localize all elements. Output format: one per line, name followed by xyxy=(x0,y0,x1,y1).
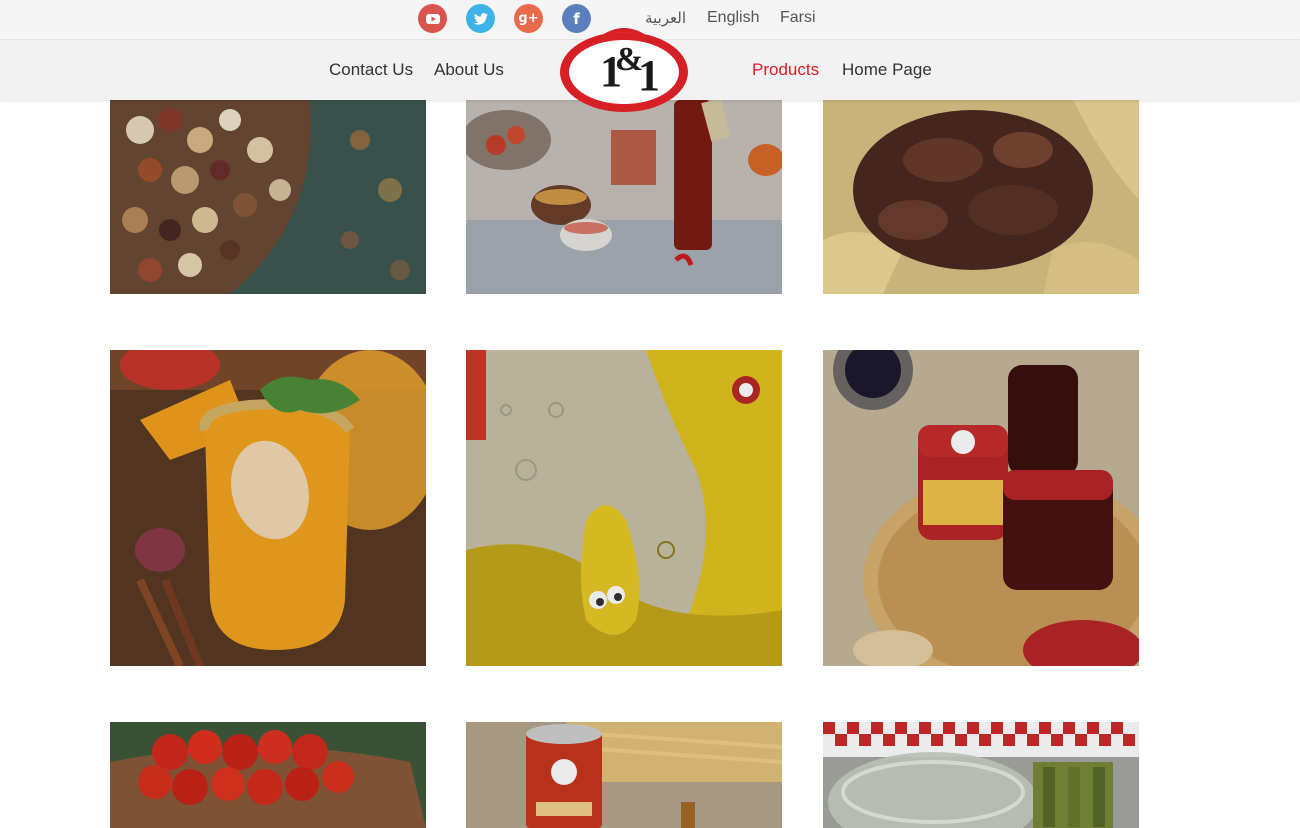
nav-products[interactable]: Products xyxy=(752,60,819,80)
product-tile-legumes[interactable] xyxy=(110,100,426,294)
language-farsi[interactable]: Farsi xyxy=(780,9,816,27)
product-tile-jam[interactable] xyxy=(823,350,1139,666)
product-tile-tomato-paste[interactable] xyxy=(466,722,782,828)
twitter-icon[interactable] xyxy=(466,4,495,33)
nav-about-us[interactable]: About Us xyxy=(434,60,504,80)
product-tile-ketchup[interactable] xyxy=(466,100,782,294)
brand-logo[interactable]: 1 & 1 xyxy=(558,24,690,114)
product-tile-meat-pasta[interactable] xyxy=(823,100,1139,294)
nav-contact-us[interactable]: Contact Us xyxy=(329,60,413,80)
product-tile-tomatoes[interactable] xyxy=(110,722,426,828)
language-english[interactable]: English xyxy=(707,9,759,27)
product-tile-oil[interactable] xyxy=(466,350,782,666)
nav-home-page[interactable]: Home Page xyxy=(842,60,932,80)
logo-digit-right: 1 xyxy=(638,51,660,100)
product-tile-juice-drink[interactable] xyxy=(110,350,426,666)
product-tile-pickles[interactable] xyxy=(823,722,1139,828)
google-plus-icon[interactable]: g+ xyxy=(514,4,543,33)
youtube-icon[interactable] xyxy=(418,4,447,33)
